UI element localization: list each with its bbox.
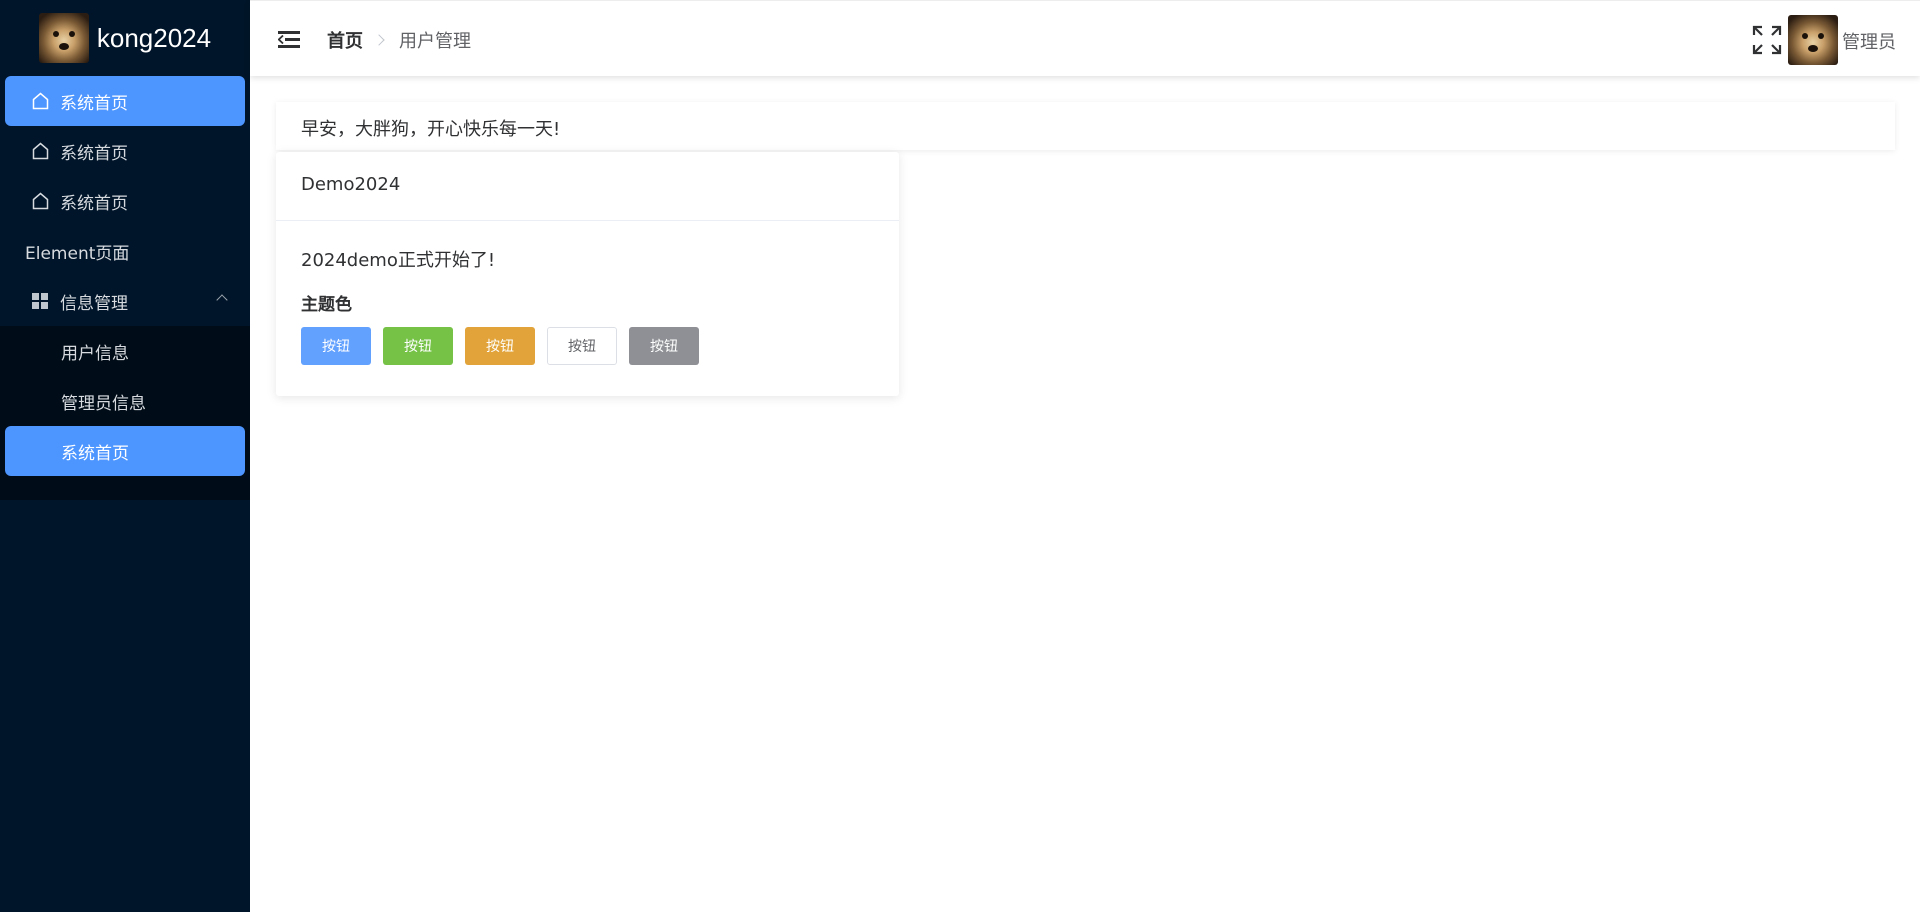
sidebar-item-home-1[interactable]: 系统首页: [5, 76, 245, 126]
submenu-spacer: [0, 476, 250, 500]
sidebar-item-user-info[interactable]: 用户信息: [0, 326, 250, 376]
sidebar-item-label: 用户信息: [61, 343, 129, 364]
home-icon: [30, 141, 50, 161]
sidebar-item-label: 管理员信息: [61, 393, 146, 414]
sidebar-item-home-sub[interactable]: 系统首页: [5, 426, 245, 476]
submenu: 用户信息 管理员信息 系统首页: [0, 326, 250, 500]
default-button[interactable]: 按钮: [547, 327, 617, 365]
welcome-banner: 早安，大胖狗，开心快乐每一天!: [276, 102, 1895, 150]
sidebar-group-label: 信息管理: [60, 293, 128, 314]
card-text: 2024demo正式开始了!: [301, 250, 496, 271]
sidebar-item-element[interactable]: Element页面: [0, 226, 250, 276]
primary-button[interactable]: 按钮: [301, 327, 371, 365]
breadcrumb-home[interactable]: 首页: [327, 27, 363, 53]
demo-card: Demo2024 2024demo正式开始了! 主题色 按钮 按钮 按钮 按钮 …: [276, 152, 899, 396]
logo-avatar: [38, 13, 89, 63]
user-name[interactable]: 管理员: [1842, 28, 1896, 54]
success-button[interactable]: 按钮: [383, 327, 453, 365]
theme-color-heading: 主题色: [301, 295, 352, 315]
welcome-text: 早安，大胖狗，开心快乐每一天!: [301, 119, 561, 140]
header: 首页 用户管理 管理员: [250, 0, 1920, 76]
sidebar-item-label: 系统首页: [60, 143, 128, 164]
card-body: 2024demo正式开始了! 主题色 按钮 按钮 按钮 按钮 按钮: [276, 221, 899, 390]
home-icon: [30, 91, 50, 111]
fullscreen-icon[interactable]: [1752, 25, 1782, 55]
sidebar-item-home-3[interactable]: 系统首页: [0, 176, 250, 226]
sidebar-item-home-2[interactable]: 系统首页: [0, 126, 250, 176]
home-icon: [30, 191, 50, 211]
sidebar-item-label: 系统首页: [61, 443, 129, 464]
chevron-up-icon: [216, 294, 228, 306]
sidebar-item-admin-info[interactable]: 管理员信息: [0, 376, 250, 426]
sidebar-group-info-management[interactable]: 信息管理: [0, 276, 250, 326]
collapse-menu-icon[interactable]: [278, 31, 300, 49]
info-button[interactable]: 按钮: [629, 327, 699, 365]
warning-button[interactable]: 按钮: [465, 327, 535, 365]
sidebar-item-label: Element页面: [25, 243, 130, 264]
breadcrumb-current: 用户管理: [399, 31, 471, 52]
logo[interactable]: kong2024: [0, 0, 250, 76]
avatar[interactable]: [1788, 15, 1838, 65]
grid-icon: [30, 291, 50, 311]
breadcrumb: 首页 用户管理: [327, 27, 471, 53]
sidebar-item-label: 系统首页: [60, 193, 128, 214]
logo-text: kong2024: [96, 22, 212, 53]
sidebar-item-label: 系统首页: [60, 93, 128, 114]
button-row: 按钮 按钮 按钮 按钮 按钮: [301, 327, 874, 365]
breadcrumb-separator-icon: [373, 34, 385, 46]
card-header: Demo2024: [276, 152, 899, 221]
sidebar: kong2024 系统首页 系统首页 系统首页 Element页面 信息管理 用…: [0, 0, 250, 912]
card-title: Demo2024: [301, 174, 401, 195]
